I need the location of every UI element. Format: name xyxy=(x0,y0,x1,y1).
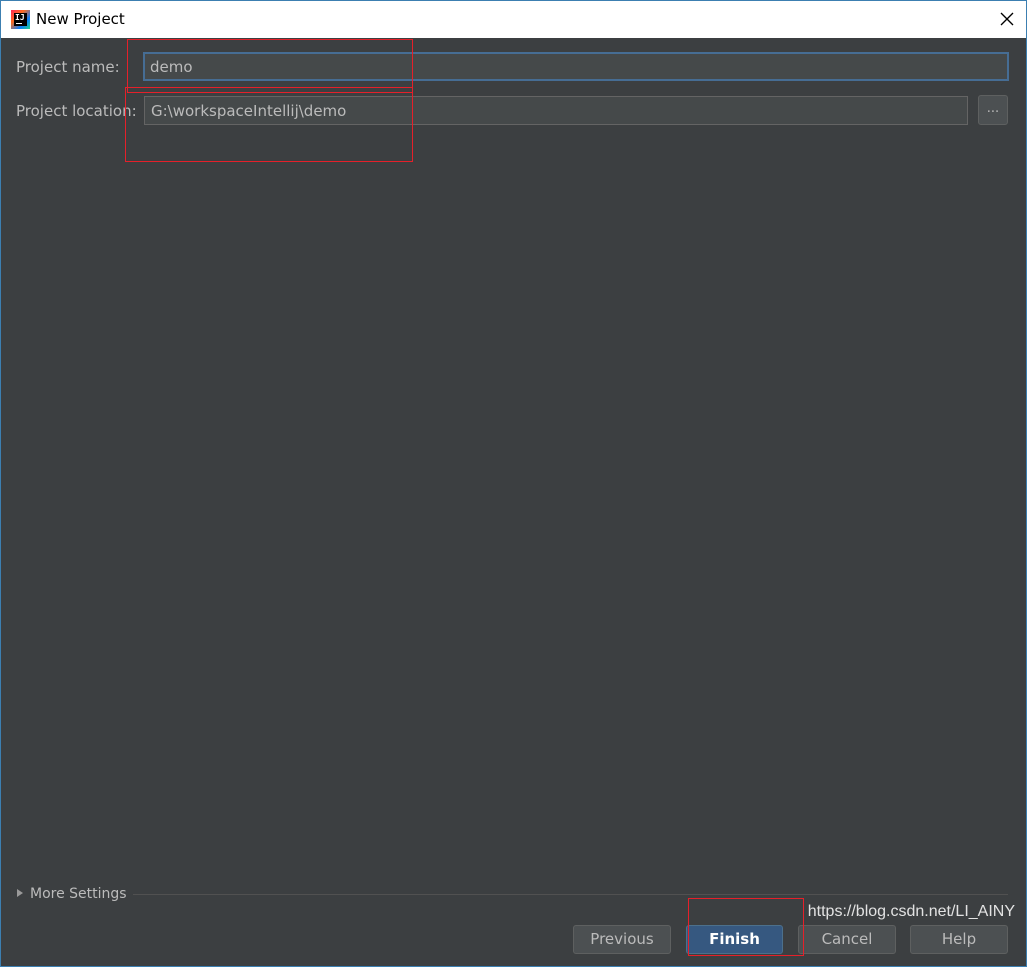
project-name-label: Project name: xyxy=(16,58,120,76)
previous-button[interactable]: Previous xyxy=(573,925,671,954)
cancel-button[interactable]: Cancel xyxy=(798,925,896,954)
dialog-content: Project name: Project location: ... More… xyxy=(1,38,1026,966)
project-location-input[interactable] xyxy=(144,96,968,125)
finish-button[interactable]: Finish xyxy=(686,925,783,954)
new-project-dialog: IJ New Project Project name: Project loc… xyxy=(0,0,1027,967)
more-settings-label: More Settings xyxy=(30,886,127,902)
intellij-idea-icon: IJ xyxy=(11,10,30,29)
separator xyxy=(133,894,1008,895)
close-button[interactable] xyxy=(996,8,1018,30)
expand-triangle-icon xyxy=(17,889,23,897)
help-button[interactable]: Help xyxy=(910,925,1008,954)
title-bar: IJ New Project xyxy=(1,1,1026,38)
project-location-label: Project location: xyxy=(16,102,137,120)
project-name-input[interactable] xyxy=(143,52,1009,81)
more-settings-toggle[interactable]: More Settings xyxy=(17,886,127,902)
browse-button[interactable]: ... xyxy=(978,95,1008,125)
window-title: New Project xyxy=(36,10,125,28)
close-icon xyxy=(1000,12,1014,26)
